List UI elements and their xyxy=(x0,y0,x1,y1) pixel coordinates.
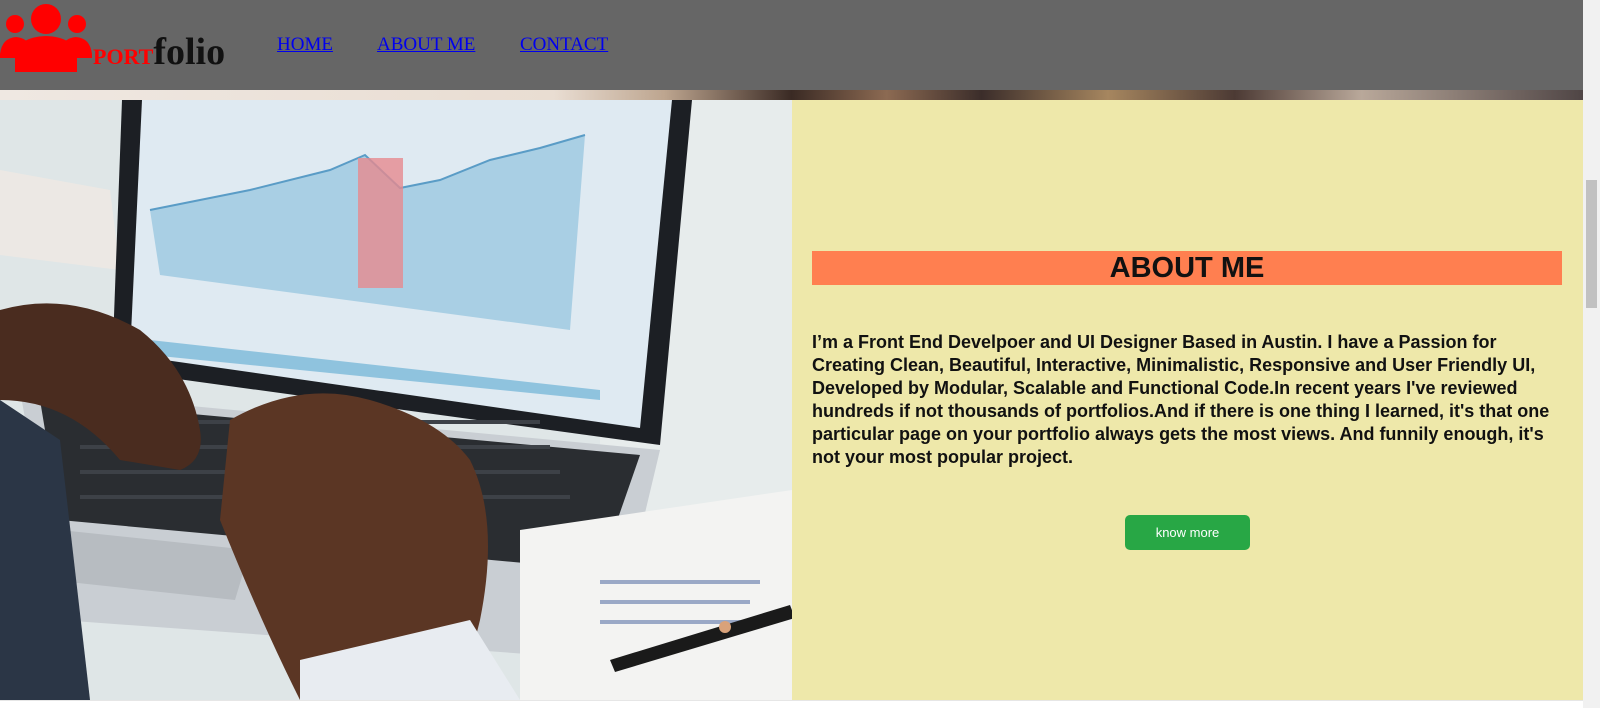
about-title: ABOUT ME xyxy=(812,251,1562,285)
vertical-scrollbar[interactable] xyxy=(1583,0,1600,708)
logo-text[interactable]: PORTfolio xyxy=(93,30,226,73)
about-section: ABOUT ME I’m a Front End Develpoer and U… xyxy=(792,100,1583,700)
laptop-illustration xyxy=(0,100,792,700)
laptop-analytics-photo xyxy=(0,100,792,700)
users-group-icon[interactable] xyxy=(0,2,92,72)
nav-link-contact[interactable]: CONTACT xyxy=(520,34,608,56)
scrollbar-thumb[interactable] xyxy=(1586,180,1597,308)
know-more-button[interactable]: know more xyxy=(1125,515,1250,550)
hero-image-edge xyxy=(0,90,1583,100)
nav-link-about-me[interactable]: ABOUT ME xyxy=(377,34,475,56)
about-description: I’m a Front End Develpoer and UI Designe… xyxy=(812,332,1550,467)
nav-link-home[interactable]: HOME xyxy=(277,34,333,56)
site-header: PORTfolio HOME ABOUT ME CONTACT xyxy=(0,0,1583,90)
logo-port: PORT xyxy=(93,44,154,69)
logo-folio: folio xyxy=(153,31,226,73)
